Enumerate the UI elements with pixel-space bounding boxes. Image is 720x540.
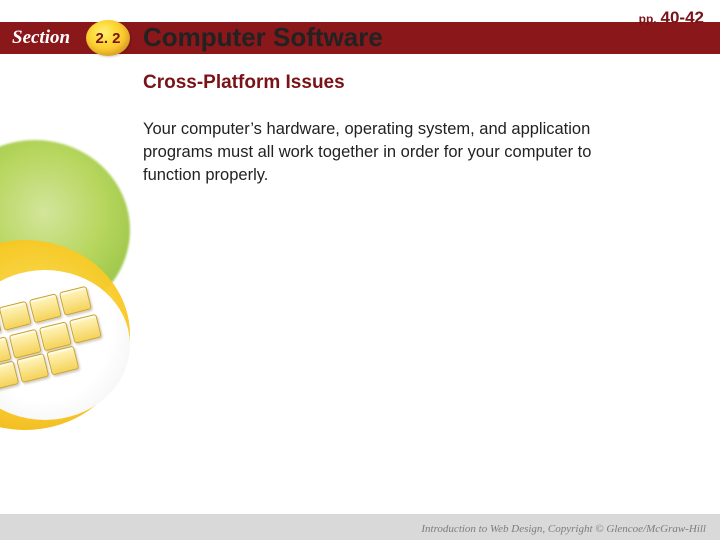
section-label-text: Section	[12, 27, 70, 49]
body-paragraph: Your computer’s hardware, operating syst…	[143, 118, 613, 186]
keycap-icon	[69, 314, 102, 344]
section-number: 2. 2	[95, 30, 120, 47]
page-prefix: pp.	[639, 12, 657, 26]
page-numbers: 40-42	[661, 8, 704, 27]
chapter-title: Computer Software	[143, 22, 383, 53]
keycap-icon	[29, 293, 62, 323]
slide-subtitle: Cross-Platform Issues	[143, 72, 345, 94]
section-number-badge: 2. 2	[86, 20, 130, 56]
footer-copyright: Introduction to Web Design, Copyright © …	[421, 523, 706, 535]
keycap-icon	[0, 301, 32, 331]
keycap-icon	[16, 353, 49, 383]
keycap-icon	[59, 286, 92, 316]
decorative-sidebar-art	[0, 170, 115, 430]
section-label: Section	[0, 22, 70, 54]
keycap-icon	[0, 360, 19, 390]
page-reference: pp. 40-42	[639, 8, 704, 28]
keycap-icon	[46, 345, 79, 375]
